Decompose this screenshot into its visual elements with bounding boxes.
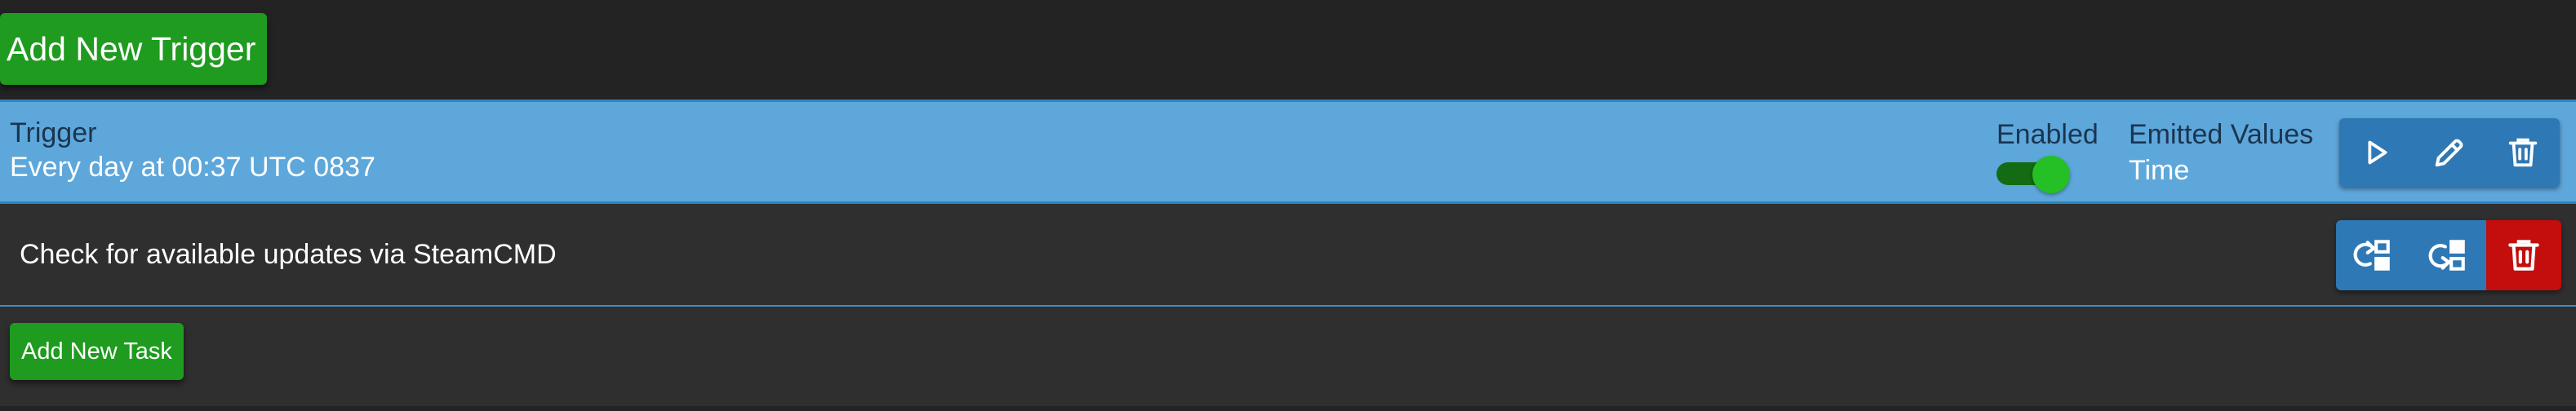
move-task-up-button[interactable] bbox=[2336, 220, 2411, 290]
trigger-action-group bbox=[2339, 118, 2560, 187]
play-icon bbox=[2368, 140, 2387, 165]
delete-trigger-button[interactable] bbox=[2486, 118, 2560, 187]
add-new-trigger-button[interactable]: Add New Trigger bbox=[0, 13, 268, 85]
toggle-knob bbox=[2032, 156, 2070, 193]
run-trigger-button[interactable] bbox=[2339, 118, 2413, 187]
trigger-title: Trigger bbox=[10, 117, 97, 148]
edit-trigger-button[interactable] bbox=[2413, 118, 2486, 187]
trigger-card: Trigger Every day at 00:37 UTC 0837 Enab… bbox=[0, 99, 2576, 406]
emitted-values-label: Emitted Values bbox=[2129, 119, 2314, 150]
trash-icon bbox=[2508, 138, 2538, 167]
enabled-toggle[interactable] bbox=[1996, 156, 2070, 193]
move-task-down-icon bbox=[2428, 240, 2465, 271]
emitted-values-value: Time bbox=[2129, 155, 2190, 186]
pencil-icon bbox=[2435, 139, 2463, 167]
task-label: Check for available updates via SteamCMD bbox=[20, 239, 557, 270]
schedule-triggers-page: Add New Trigger Trigger Every day at 00:… bbox=[0, 0, 2576, 411]
task-action-group bbox=[2336, 220, 2561, 290]
move-task-down-button[interactable] bbox=[2411, 220, 2486, 290]
enabled-label: Enabled bbox=[1996, 119, 2099, 150]
trigger-header: Trigger Every day at 00:37 UTC 0837 Enab… bbox=[0, 99, 2576, 204]
delete-task-button[interactable] bbox=[2486, 220, 2561, 290]
move-task-up-icon bbox=[2353, 240, 2390, 271]
task-row: Check for available updates via SteamCMD bbox=[0, 204, 2576, 307]
trash-icon bbox=[2508, 240, 2539, 271]
add-new-task-button[interactable]: Add New Task bbox=[10, 323, 184, 380]
trigger-description: Every day at 00:37 UTC 0837 bbox=[10, 152, 375, 183]
